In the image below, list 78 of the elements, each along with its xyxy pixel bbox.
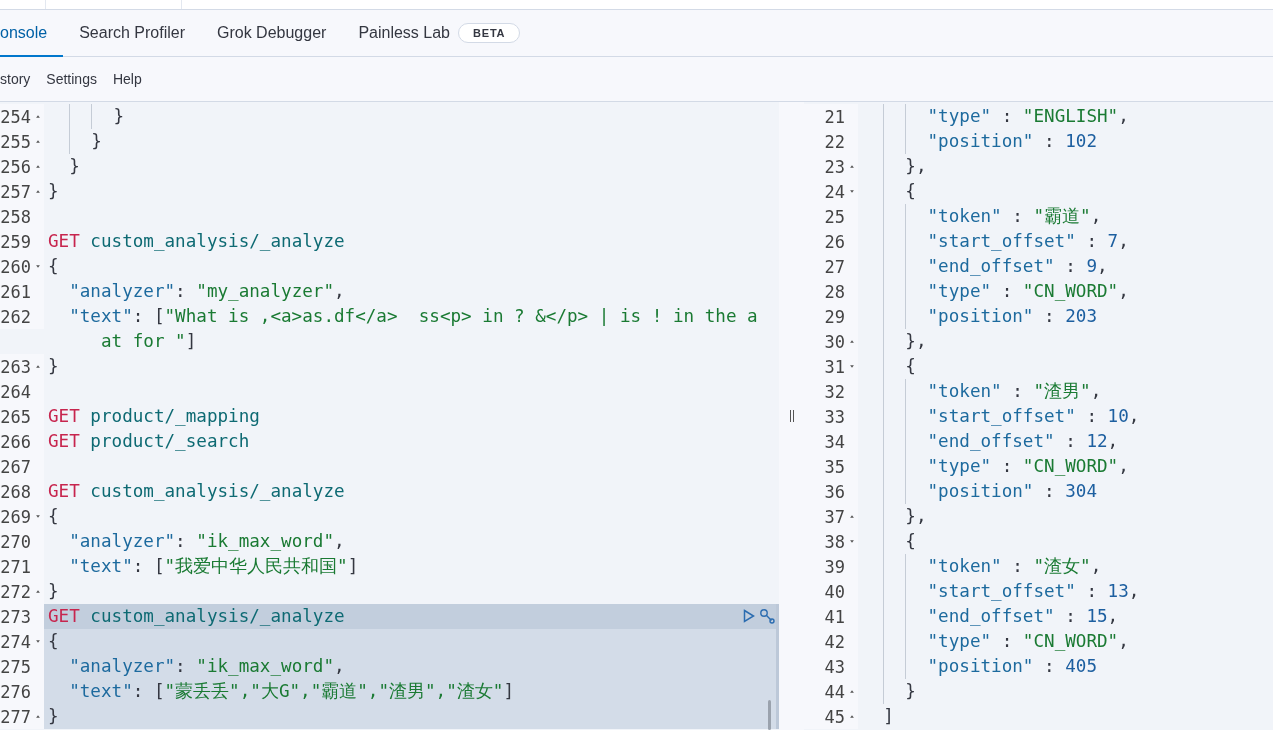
line-number: 24 [824,181,845,202]
line-number: 277 [0,706,31,727]
line-number: 258 [0,206,31,227]
line-number: 39 [824,556,845,577]
fold-icon[interactable] [848,689,855,694]
line-number: 22 [824,131,845,152]
fold-icon[interactable] [34,114,41,119]
beta-badge: BETA [458,22,521,43]
line-number: 255 [0,131,31,152]
line-number: 28 [824,281,845,302]
resize-handle-icon[interactable] [788,410,795,422]
tab[interactable]: Search Profiler [63,10,201,57]
line-number: 261 [0,281,31,302]
line-number: 263 [0,356,31,377]
fold-icon[interactable] [848,339,855,344]
line-number: 269 [0,506,31,527]
menu-link[interactable]: Help [112,71,142,87]
line-number: 37 [824,506,845,527]
line-number: 32 [824,381,845,402]
line-number: 29 [824,306,845,327]
fold-icon[interactable] [848,714,855,719]
tab[interactable]: Grok Debugger [201,10,343,57]
line-number: 262 [0,306,31,327]
line-number: 25 [824,206,845,227]
line-number: 275 [0,656,31,677]
line-number: 267 [0,456,31,477]
line-number: 272 [0,581,31,602]
line-number: 254 [0,106,31,127]
line-number: 33 [824,406,845,427]
line-number: 260 [0,256,31,277]
scrollbar-thumb[interactable] [768,700,771,730]
line-number: 265 [0,406,31,427]
line-number: 26 [824,231,845,252]
fold-icon[interactable] [848,164,855,169]
fold-icon[interactable] [34,364,41,369]
line-number: 30 [824,331,845,352]
line-number: 35 [824,456,845,477]
fold-icon[interactable] [34,639,41,644]
line-number: 259 [0,231,31,252]
line-number: 27 [824,256,845,277]
line-number: 268 [0,481,31,502]
line-number: 256 [0,156,31,177]
line-number: 43 [824,656,845,677]
line-number: 40 [824,581,845,602]
menu-link[interactable]: Settings [46,71,97,87]
line-number: 23 [824,156,845,177]
line-number: 257 [0,181,31,202]
line-number: 41 [824,606,845,627]
fold-icon[interactable] [34,164,41,169]
fold-icon[interactable] [34,714,41,719]
tab[interactable]: Painless Lab BETA [342,10,537,57]
line-number: 38 [824,531,845,552]
fold-icon[interactable] [34,514,41,519]
line-number: 276 [0,681,31,702]
fold-icon[interactable] [34,589,41,594]
fold-icon[interactable] [848,189,855,194]
line-number: 44 [824,681,845,702]
fold-icon[interactable] [848,364,855,369]
menu-link[interactable]: story [0,71,31,87]
line-number: 270 [0,531,31,552]
fold-icon[interactable] [34,264,41,269]
line-number: 45 [824,706,845,727]
fold-icon[interactable] [34,189,41,194]
line-number: 34 [824,431,845,452]
line-number: 31 [824,356,845,377]
line-number: 266 [0,431,31,452]
play-icon[interactable] [743,609,755,623]
line-number: 273 [0,606,31,627]
line-number: 274 [0,631,31,652]
line-number: 42 [824,631,845,652]
line-number: 264 [0,381,31,402]
fold-icon[interactable] [848,539,855,544]
line-number: 36 [824,481,845,502]
line-number: 21 [824,106,845,127]
fold-icon[interactable] [848,514,855,519]
wrench-icon[interactable] [759,608,775,624]
fold-icon[interactable] [34,139,41,144]
line-number: 271 [0,556,31,577]
